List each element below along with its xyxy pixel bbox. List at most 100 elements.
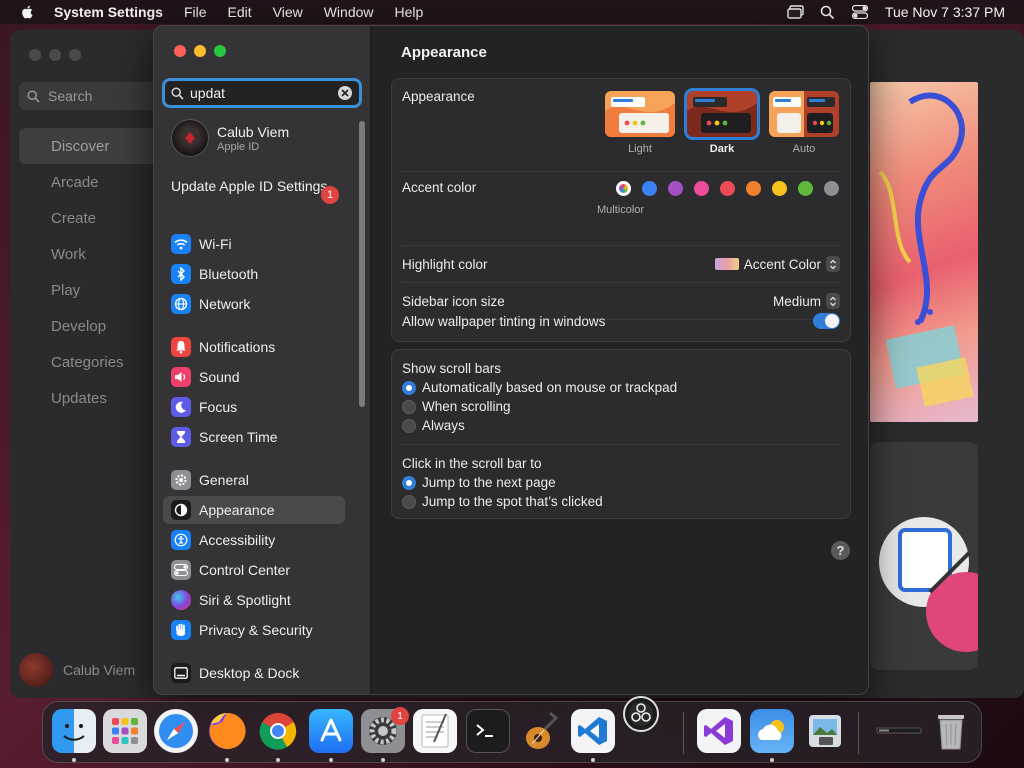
light-thumbnail — [605, 91, 675, 137]
accent-swatch-multicolor[interactable] — [616, 181, 631, 196]
sidebar-scrollbar[interactable] — [359, 121, 365, 407]
sidebar-item-notifications[interactable]: Notifications — [163, 333, 345, 361]
menu-edit[interactable]: Edit — [228, 4, 252, 20]
app-store-nav-work[interactable]: Work — [19, 236, 169, 272]
app-store-nav-develop[interactable]: Develop — [19, 308, 169, 344]
menu-window[interactable]: Window — [324, 4, 374, 20]
sidebar-item-siri-spotlight[interactable]: Siri & Spotlight — [163, 586, 345, 614]
appearance-pane: Appearance Appearance Light Dark Auto Ac… — [370, 26, 868, 694]
app-store-sidebar: Discover Arcade Create Work Play Develop… — [19, 128, 169, 416]
radio-button-selected[interactable] — [402, 475, 416, 490]
zoom-window-button[interactable] — [214, 45, 226, 57]
sidebar-item-sound[interactable]: Sound — [163, 363, 345, 391]
sidebar-item-accessibility[interactable]: Accessibility — [163, 526, 345, 554]
highlight-color-label: Highlight color — [402, 256, 488, 272]
featured-artwork[interactable] — [870, 82, 978, 422]
sidebar-item-bluetooth[interactable]: Bluetooth — [163, 260, 345, 288]
sidebar-item-focus[interactable]: Focus — [163, 393, 345, 421]
menu-help[interactable]: Help — [395, 4, 424, 20]
account-name: Calub Viem — [217, 123, 290, 140]
safari-icon[interactable] — [154, 709, 198, 753]
accent-swatch[interactable] — [642, 181, 657, 196]
appearance-option-light[interactable]: Light — [605, 91, 675, 155]
highlight-color-popup[interactable]: Accent Color — [714, 256, 840, 272]
appearance-option-auto[interactable]: Auto — [769, 91, 839, 155]
menu-file[interactable]: File — [184, 4, 207, 20]
scroll-bars-option-when-scrolling[interactable]: When scrolling — [402, 399, 511, 414]
sidebar-item-network[interactable]: Network — [163, 290, 345, 318]
sidebar-item-general[interactable]: General — [163, 466, 345, 494]
settings-search-input[interactable] — [190, 85, 330, 101]
sidebar-item-appearance[interactable]: Appearance — [163, 496, 345, 524]
help-button[interactable]: ? — [831, 541, 850, 560]
preview-icon[interactable] — [803, 709, 847, 753]
visual-studio-icon[interactable] — [697, 709, 741, 753]
sidebar-item-desktop-dock[interactable]: Desktop & Dock — [163, 659, 345, 687]
trash-icon[interactable] — [929, 709, 973, 753]
textedit-icon[interactable] — [413, 709, 457, 753]
clear-search-icon[interactable] — [338, 86, 352, 100]
sidebar-item-screen-time[interactable]: Screen Time — [163, 423, 345, 451]
menu-app-name[interactable]: System Settings — [54, 4, 163, 20]
accent-swatch[interactable] — [694, 181, 709, 196]
radio-label: Always — [422, 418, 465, 433]
screen-mirroring-icon[interactable] — [787, 4, 805, 20]
app-store-nav-categories[interactable]: Categories — [19, 344, 169, 380]
divider — [402, 444, 840, 445]
minimized-window-icon[interactable] — [875, 709, 923, 753]
close-window-button[interactable] — [174, 45, 186, 57]
radio-button[interactable] — [402, 399, 416, 414]
app-store-nav-updates[interactable]: Updates — [19, 380, 169, 416]
app-store-icon[interactable] — [309, 709, 353, 753]
weather-icon[interactable] — [750, 709, 794, 753]
scroll-bars-option-automatic[interactable]: Automatically based on mouse or trackpad — [402, 380, 677, 395]
app-store-account[interactable]: Calub Viem — [19, 653, 135, 687]
update-apple-id-settings-item[interactable]: Update Apple ID Settings 1 — [171, 178, 341, 204]
settings-search-field[interactable] — [162, 78, 362, 108]
sidebar-icon-size-popup[interactable]: Medium — [773, 293, 840, 309]
sidebar-item-wifi[interactable]: Wi-Fi — [163, 230, 345, 258]
appearance-option-dark[interactable]: Dark — [684, 88, 760, 155]
obs-icon[interactable] — [623, 696, 659, 732]
garageband-icon[interactable] — [520, 709, 564, 753]
chrome-icon[interactable] — [256, 709, 300, 753]
radio-button[interactable] — [402, 418, 416, 433]
click-scroll-option-spot-clicked[interactable]: Jump to the spot that’s clicked — [402, 494, 603, 509]
radio-button[interactable] — [402, 494, 416, 509]
spotlight-search-icon[interactable] — [819, 4, 837, 20]
accent-swatch[interactable] — [668, 181, 683, 196]
appearance-settings-group: Appearance Light Dark Auto Accent color … — [391, 78, 851, 342]
accent-swatch[interactable] — [746, 181, 761, 196]
hourglass-icon — [171, 427, 191, 447]
control-center-icon[interactable] — [851, 4, 869, 20]
accent-swatch[interactable] — [772, 181, 787, 196]
finder-icon[interactable] — [52, 709, 96, 753]
menu-clock[interactable]: Tue Nov 7 3:37 PM — [885, 4, 1005, 20]
app-store-nav-arcade[interactable]: Arcade — [19, 164, 169, 200]
featured-app-card[interactable] — [870, 442, 978, 670]
accent-swatch[interactable] — [798, 181, 813, 196]
wallpaper-tinting-toggle[interactable] — [813, 313, 840, 329]
app-store-nav-discover[interactable]: Discover — [19, 128, 169, 164]
sidebar-item-privacy-security[interactable]: Privacy & Security — [163, 616, 345, 644]
app-store-nav-play[interactable]: Play — [19, 272, 169, 308]
menu-view[interactable]: View — [273, 4, 303, 20]
accent-swatch[interactable] — [720, 181, 735, 196]
scroll-bars-option-always[interactable]: Always — [402, 418, 465, 433]
click-scroll-option-next-page[interactable]: Jump to the next page — [402, 475, 556, 490]
inactive-window-controls[interactable] — [29, 49, 81, 61]
minimize-window-button[interactable] — [194, 45, 206, 57]
running-indicator — [72, 758, 76, 762]
apple-id-account[interactable]: Calub Viem Apple ID — [171, 119, 289, 157]
wallpaper-tinting-label: Allow wallpaper tinting in windows — [402, 313, 606, 329]
apple-menu-icon[interactable] — [18, 4, 38, 20]
firefox-icon[interactable] — [205, 709, 249, 753]
app-store-nav-create[interactable]: Create — [19, 200, 169, 236]
launchpad-icon[interactable] — [103, 709, 147, 753]
terminal-icon[interactable] — [466, 709, 510, 753]
radio-button-selected[interactable] — [402, 380, 416, 395]
visual-studio-code-icon[interactable] — [571, 709, 615, 753]
accent-swatch[interactable] — [824, 181, 839, 196]
sidebar-item-control-center[interactable]: Control Center — [163, 556, 345, 584]
sidebar-item-label: Appearance — [199, 502, 275, 518]
